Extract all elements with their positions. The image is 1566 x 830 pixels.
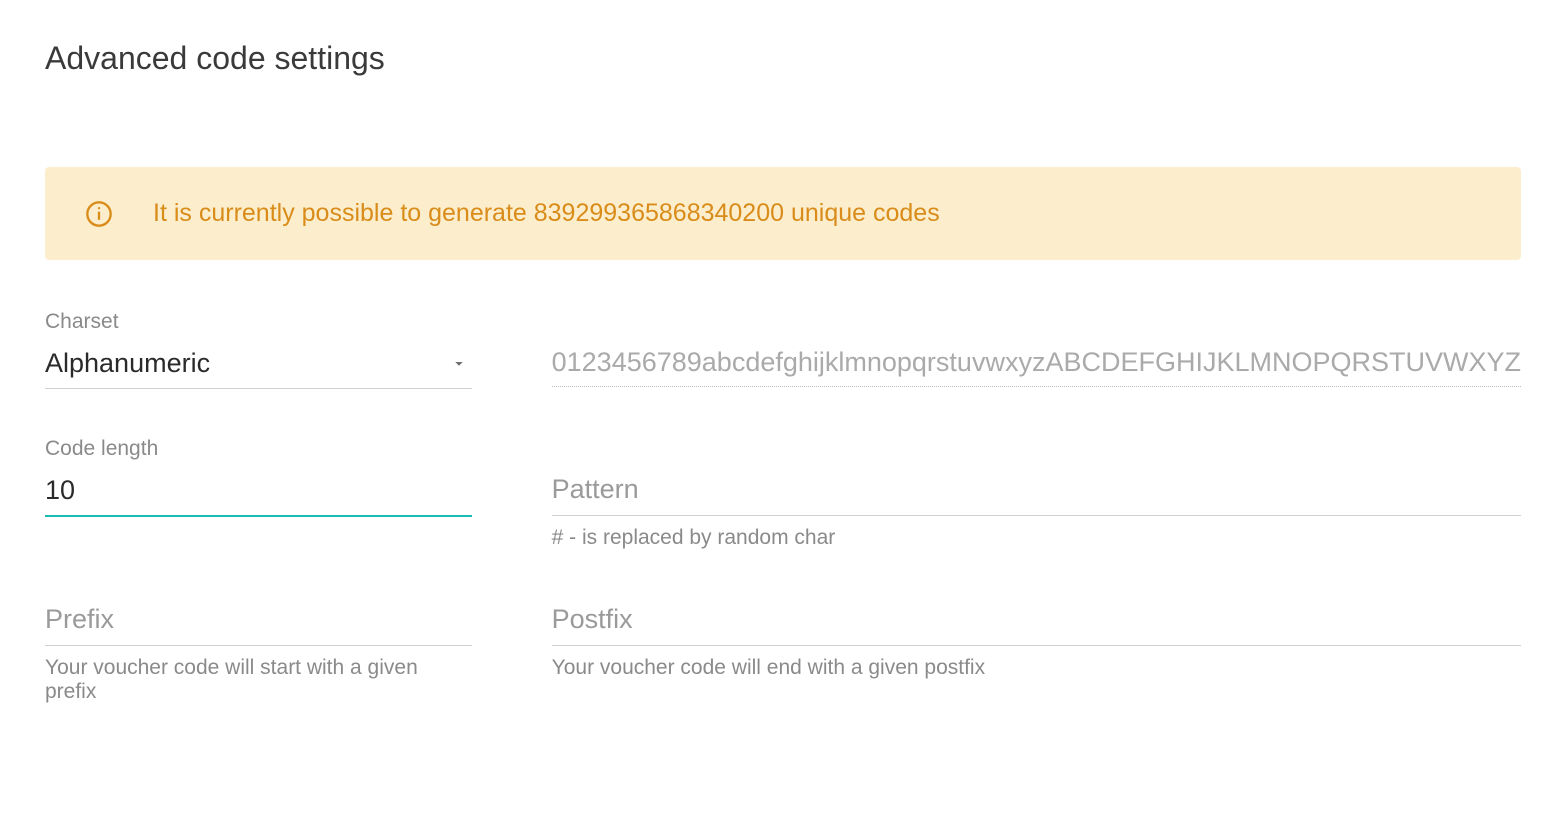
postfix-field: Your voucher code will end with a given … [552,598,1521,704]
charset-select[interactable]: Alphanumeric [45,342,472,389]
pattern-field: # - is replaced by random char [552,437,1521,550]
charset-characters-display: 0123456789abcdefghijklmnopqrstuvwxyzABCD… [552,341,1521,387]
postfix-hint: Your voucher code will end with a given … [552,656,1521,680]
info-banner: It is currently possible to generate 839… [45,167,1521,260]
charset-label: Charset [45,310,472,334]
code-length-field: Code length [45,437,472,550]
info-banner-text: It is currently possible to generate 839… [153,199,940,228]
code-length-label: Code length [45,437,472,461]
charset-field: Charset Alphanumeric [45,310,472,389]
page-title: Advanced code settings [45,40,1521,77]
info-icon [85,200,113,228]
prefix-hint: Your voucher code will start with a give… [45,656,472,704]
prefix-input[interactable] [45,598,472,646]
code-length-input[interactable] [45,469,472,517]
form-grid: Charset Alphanumeric 0123456789abcdefghi… [45,310,1521,704]
charset-characters-field: 0123456789abcdefghijklmnopqrstuvwxyzABCD… [552,310,1521,389]
postfix-input[interactable] [552,598,1521,646]
prefix-field: Your voucher code will start with a give… [45,598,472,704]
pattern-input[interactable] [552,468,1521,516]
pattern-hint: # - is replaced by random char [552,526,1521,550]
